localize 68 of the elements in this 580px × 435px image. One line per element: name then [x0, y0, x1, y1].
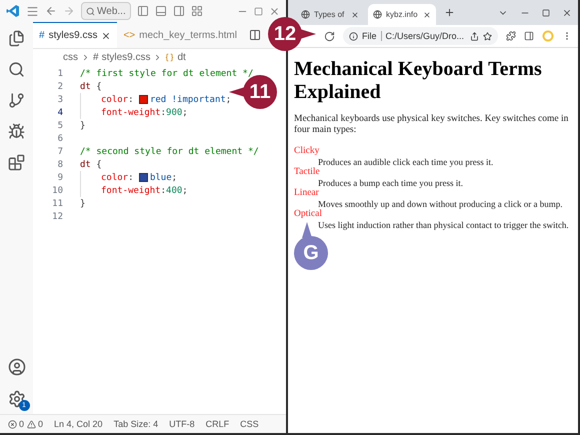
step-callout: 12 [268, 17, 316, 51]
code-token: 400 [166, 186, 182, 196]
code-token: ; [182, 186, 188, 196]
tab-label: mech_key_terms.html [139, 30, 237, 41]
code-token: blue [150, 172, 172, 182]
code-token: : [160, 186, 166, 196]
line-number: 6 [56, 134, 64, 144]
code-token: 900 [166, 108, 182, 118]
code-token: font-weight [101, 108, 161, 118]
code-token: /* second style for dt element */ [80, 146, 259, 156]
step-callout: 11 [229, 75, 277, 109]
code-token: : [128, 94, 135, 104]
line-number: 8 [56, 160, 64, 170]
definition: Produces an audible click each time you press it. [318, 156, 494, 167]
code-token: { [95, 160, 102, 170]
line-number: 1 [56, 68, 64, 78]
status-item[interactable]: UTF-8 [169, 419, 195, 429]
definition: Uses light induction rather than physical contact to trigger the switch. [318, 220, 570, 230]
code-token: dt [80, 82, 91, 92]
code-token: : [160, 108, 166, 118]
code-token: dt [80, 160, 91, 170]
code-token: } [80, 198, 86, 208]
definition: Produces a bump each time you press it. [318, 178, 464, 188]
code-token: ; [226, 94, 232, 104]
definition: Moves smoothly up and down without producing a click or a bump. [318, 198, 564, 209]
term: Clicky [294, 146, 320, 156]
error-count[interactable]: 0 [19, 419, 24, 429]
term: Optical [294, 209, 323, 220]
code-token: } [80, 120, 86, 130]
breadcrumb-item[interactable]: styles9.css [102, 52, 150, 62]
line-number: 3 [56, 94, 64, 104]
status-item[interactable]: CSS [240, 419, 259, 429]
status-item[interactable]: CRLF [206, 419, 230, 429]
tab-label: styles9.css [48, 30, 98, 41]
code-token: red !important [150, 94, 226, 104]
term: Linear [294, 188, 320, 198]
address-bar[interactable]: File C:/Users/Guy/Dro... [343, 27, 498, 45]
intro-paragraph: Mechanical keyboards use physical key switches. Key switches come in four main types: [294, 114, 570, 136]
file-type-icon: # [93, 52, 99, 62]
browser-tab[interactable]: kybz.info [368, 4, 436, 25]
search-field[interactable]: Web... [81, 2, 131, 20]
code-token: color [101, 94, 128, 104]
file-type-icon: <> [123, 30, 136, 41]
breadcrumb-item[interactable]: dt [177, 52, 186, 62]
line-number: 11 [51, 198, 64, 208]
line-number: 12 [51, 212, 64, 222]
page-heading: Mechanical Keyboard Terms Explained [294, 58, 543, 104]
tab-title: Types of [314, 10, 346, 19]
status-item[interactable]: Ln 4, Col 20 [54, 419, 103, 429]
line-number: 9 [56, 172, 64, 182]
editor-tab[interactable]: # styles9.css [33, 22, 118, 48]
line-number: 10 [51, 186, 64, 196]
file-type-icon: # [39, 30, 45, 41]
code-token: ; [172, 172, 178, 182]
breadcrumb-item[interactable]: css [63, 52, 78, 62]
status-item[interactable]: Tab Size: 4 [114, 419, 158, 429]
line-number: 5 [56, 120, 64, 130]
line-number: 2 [56, 82, 64, 92]
code-token: : [128, 172, 135, 182]
line-number: 7 [56, 146, 64, 156]
line-number: 4 [56, 108, 64, 118]
warning-count[interactable]: 0 [38, 419, 44, 429]
tab-title: kybz.info [386, 10, 419, 19]
code-token: font-weight [101, 186, 161, 196]
code-token: color [101, 172, 128, 182]
code-token: ; [182, 108, 188, 118]
code-token: { [95, 82, 102, 92]
term: Tactile [294, 167, 321, 178]
